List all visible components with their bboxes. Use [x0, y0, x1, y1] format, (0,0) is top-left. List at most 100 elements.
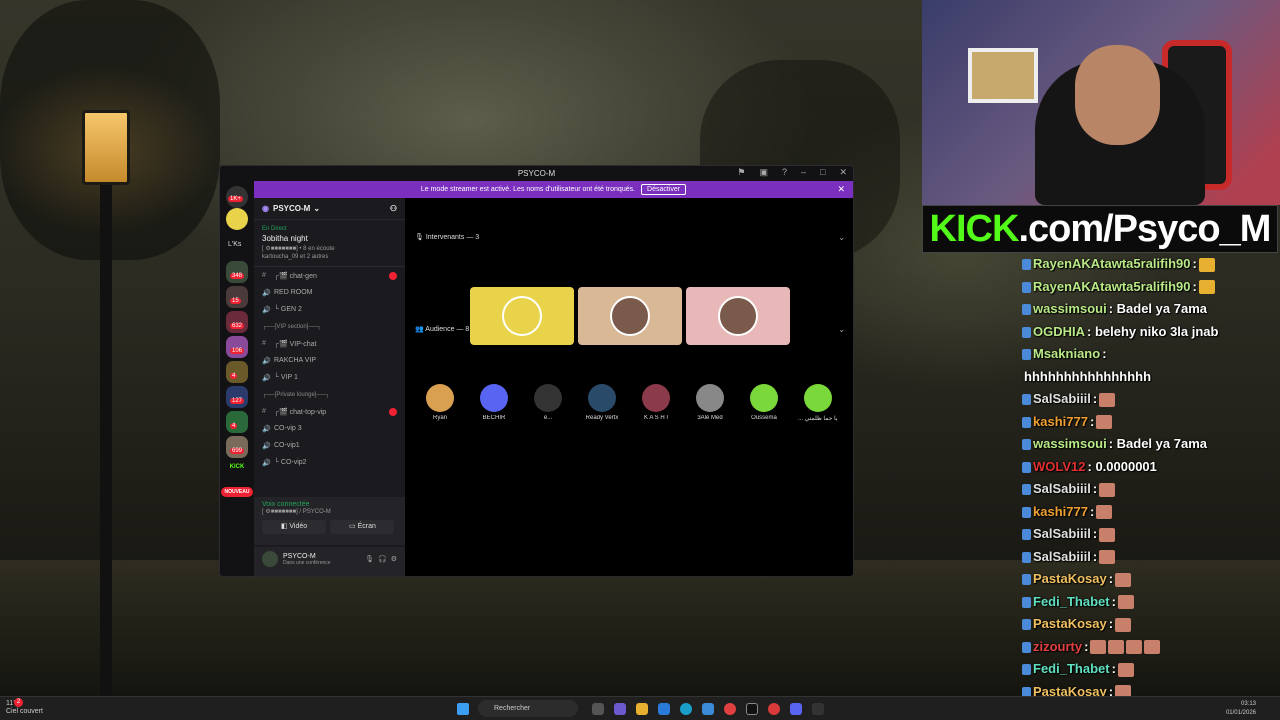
taskbar-search[interactable]: Rechercher	[478, 700, 578, 717]
mail-icon[interactable]	[658, 703, 670, 715]
server-icon[interactable]	[226, 436, 248, 458]
speakers-header[interactable]: 🎙 Intervenants — 3	[415, 233, 479, 241]
server-icon[interactable]	[226, 386, 248, 408]
server-icon[interactable]	[226, 361, 248, 383]
channel-item[interactable]: 🔊 └ VIP 1	[254, 369, 405, 386]
system-clock[interactable]: 03:13 01/01/2026	[1226, 700, 1256, 718]
add-member-icon[interactable]: ⚇	[390, 204, 397, 213]
channel-label: ┌──[Private lounge]──┐	[262, 391, 330, 398]
edge-icon[interactable]	[680, 703, 692, 715]
chevron-down-icon[interactable]: ⌄	[838, 233, 845, 242]
store-icon[interactable]	[702, 703, 714, 715]
channel-item[interactable]: 🔊 RED ROOM	[254, 284, 405, 301]
flag-icon[interactable]: ⚑	[737, 167, 745, 178]
text-channel-icon: #	[262, 340, 266, 347]
chat-badge-icon	[1022, 506, 1031, 518]
speaker-tile[interactable]	[470, 287, 574, 345]
avatar	[534, 384, 562, 412]
server-name: PSYCO-M	[272, 204, 311, 213]
teams-icon[interactable]	[614, 703, 626, 715]
banner-close-icon[interactable]: ✕	[837, 184, 845, 195]
text-channel-icon: #	[262, 272, 266, 279]
voice-connected-panel: Voix connectée [ ⚙■■■■■■■] / PSYCO-M ◧ V…	[254, 497, 405, 545]
channel-category[interactable]: ┌──[Private lounge]──┐	[254, 386, 405, 403]
screen-share-button[interactable]: ▭ Écran	[330, 520, 395, 534]
chat-text: :	[1089, 503, 1095, 519]
server-badge: 699	[230, 448, 245, 454]
microphone-icon[interactable]: 🎙	[365, 555, 374, 563]
server-label[interactable]: L'Ks	[228, 241, 241, 248]
screen-label: Écran	[357, 523, 376, 530]
server-icon[interactable]	[226, 286, 248, 308]
maximize-icon[interactable]: □	[820, 167, 825, 178]
audience-header[interactable]: 👥 Audience — 8	[415, 325, 469, 333]
channel-item[interactable]: 🔊 └ GEN 2	[254, 301, 405, 318]
file-explorer-icon[interactable]	[636, 703, 648, 715]
discord-taskbar-icon[interactable]	[790, 703, 802, 715]
chat-emote-icon	[1198, 257, 1215, 272]
chat-message: Fedi_Thabet:	[1022, 591, 1250, 614]
chat-badge-icon	[1022, 484, 1031, 496]
chat-emote-icon	[1099, 550, 1116, 565]
chat-message: zizourty:	[1022, 636, 1250, 659]
server-icon[interactable]	[226, 411, 248, 433]
settings-gear-icon[interactable]: ⚙	[391, 555, 397, 563]
audience-member[interactable]: Ready Vertx	[582, 384, 622, 421]
voice-channel-icon: 🔊	[262, 374, 271, 382]
window-titlebar[interactable]: PSYCO-M ⚑ ▣ ? – □ ✕	[220, 166, 853, 181]
minimize-icon[interactable]: –	[801, 167, 806, 178]
chat-emote-icon	[1096, 505, 1113, 520]
server-icon[interactable]	[226, 208, 248, 230]
chat-text: :	[1108, 616, 1114, 631]
chat-username: PastaKosay	[1033, 616, 1107, 631]
kick-server-icon[interactable]: KICK	[226, 464, 248, 470]
voice-channel-icon: 🔊	[262, 357, 271, 365]
task-view-icon[interactable]	[592, 703, 604, 715]
disable-streamer-mode-button[interactable]: Désactiver	[641, 184, 687, 195]
server-icon[interactable]	[226, 311, 248, 333]
discord-window[interactable]: PSYCO-M ⚑ ▣ ? – □ ✕ Le mode streamer est…	[219, 165, 854, 577]
server-icon[interactable]	[226, 261, 248, 283]
app-icon[interactable]	[768, 703, 780, 715]
close-icon[interactable]: ✕	[839, 167, 847, 178]
audience-member[interactable]: Oussema	[744, 384, 784, 421]
chevron-down-icon[interactable]: ⌄	[838, 325, 845, 334]
channel-item[interactable]: 🔊 CO-vip 3	[254, 420, 405, 437]
server-badge: 15	[230, 298, 241, 304]
inbox-icon[interactable]: ▣	[759, 167, 768, 178]
stage-view: 🎙 Intervenants — 3 ⌄ 👥 Audience — 8 ⌄ Ry…	[405, 198, 853, 576]
channel-item[interactable]: # ┌🎬 chat-gen	[254, 267, 405, 284]
help-icon[interactable]: ?	[782, 167, 787, 178]
avatar[interactable]	[262, 551, 278, 567]
app-icon[interactable]	[812, 703, 824, 715]
audience-member[interactable]: ... يا حما ظلمتي 😏	[798, 384, 838, 422]
chrome-icon[interactable]	[724, 703, 736, 715]
avatar	[588, 384, 616, 412]
weather-widget[interactable]: 11°C Ciel couvert	[6, 700, 43, 716]
audience-member[interactable]: 3Alé Med	[690, 384, 730, 421]
obs-icon[interactable]	[746, 703, 758, 715]
video-button[interactable]: ◧ Vidéo	[262, 520, 326, 534]
channel-item[interactable]: 🔊 CO-vip1	[254, 437, 405, 454]
channel-category[interactable]: ┌──[VIP section]──┐	[254, 318, 405, 335]
speaker-tile[interactable]	[686, 287, 790, 345]
audience-member[interactable]: K A S H I	[636, 384, 676, 421]
speaker-tile[interactable]	[578, 287, 682, 345]
chat-text: : belehy niko 3la jnab	[1087, 323, 1219, 339]
windows-start-icon[interactable]	[457, 703, 469, 715]
live-stage-event[interactable]: En Direct 3obitha night [ ⚙■■■■■■■] • 8 …	[254, 220, 405, 267]
chat-message: SalSabiiil:	[1022, 388, 1250, 411]
channel-item[interactable]: # ┌🎬 VIP-chat	[254, 335, 405, 352]
headphones-icon[interactable]: 🎧	[378, 555, 387, 563]
channel-item[interactable]: 🔊 └ CO-vip2	[254, 454, 405, 471]
audience-member[interactable]: e...	[528, 384, 568, 421]
chat-message: SalSabiiil:	[1022, 523, 1250, 546]
audience-member[interactable]: Ryan	[420, 384, 460, 421]
audience-member[interactable]: BECHIR	[474, 384, 514, 421]
server-icon[interactable]	[226, 336, 248, 358]
chat-username: PastaKosay	[1033, 571, 1107, 586]
event-others: kartoucha_09 et 2 autres	[262, 254, 329, 260]
channel-item[interactable]: # ┌🎬 chat-top-vip	[254, 403, 405, 420]
server-header[interactable]: ◉ PSYCO-M ⌄ ⚇	[254, 198, 405, 220]
channel-item[interactable]: 🔊 RAKCHA VIP	[254, 352, 405, 369]
